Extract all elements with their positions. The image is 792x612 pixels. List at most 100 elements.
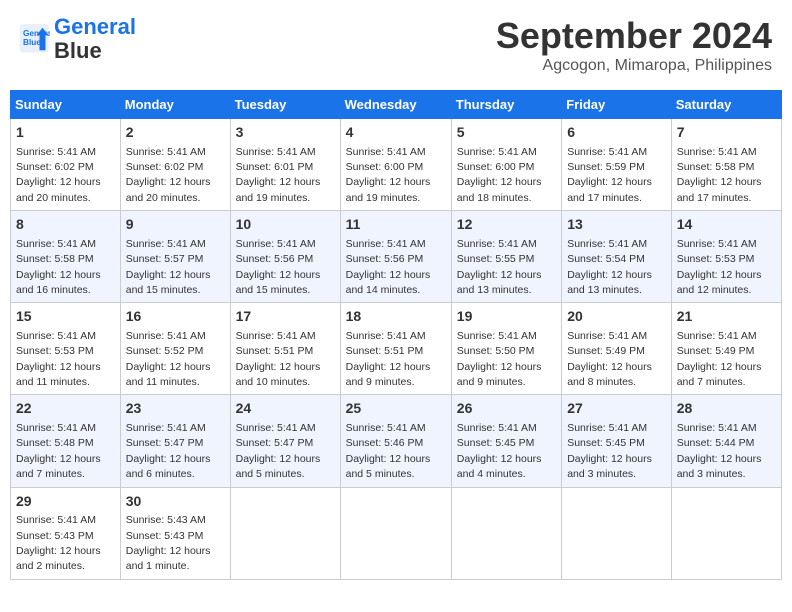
day-number: 26 — [457, 399, 556, 419]
day-number: 17 — [236, 307, 335, 327]
day-info: Sunrise: 5:41 AMSunset: 5:59 PMDaylight:… — [567, 146, 652, 204]
col-friday: Friday — [562, 91, 672, 119]
day-info: Sunrise: 5:41 AMSunset: 5:53 PMDaylight:… — [16, 330, 101, 388]
table-row: 4 Sunrise: 5:41 AMSunset: 6:00 PMDaylight… — [340, 119, 451, 211]
table-row: 26 Sunrise: 5:41 AMSunset: 5:45 PMDayligh… — [451, 395, 561, 487]
table-row: 17 Sunrise: 5:41 AMSunset: 5:51 PMDayligh… — [230, 303, 340, 395]
col-sunday: Sunday — [11, 91, 121, 119]
col-saturday: Saturday — [671, 91, 781, 119]
table-row: 18 Sunrise: 5:41 AMSunset: 5:51 PMDayligh… — [340, 303, 451, 395]
day-number: 14 — [677, 215, 776, 235]
day-info: Sunrise: 5:41 AMSunset: 5:49 PMDaylight:… — [567, 330, 652, 388]
day-number: 10 — [236, 215, 335, 235]
day-number: 11 — [346, 215, 446, 235]
day-number: 4 — [346, 123, 446, 143]
day-info: Sunrise: 5:41 AMSunset: 5:58 PMDaylight:… — [677, 146, 762, 204]
calendar-week-row: 22 Sunrise: 5:41 AMSunset: 5:48 PMDayligh… — [11, 395, 782, 487]
table-row: 27 Sunrise: 5:41 AMSunset: 5:45 PMDayligh… — [562, 395, 672, 487]
table-row: 12 Sunrise: 5:41 AMSunset: 5:55 PMDayligh… — [451, 211, 561, 303]
day-info: Sunrise: 5:41 AMSunset: 5:51 PMDaylight:… — [236, 330, 321, 388]
day-info: Sunrise: 5:41 AMSunset: 5:44 PMDaylight:… — [677, 422, 762, 480]
table-row — [562, 487, 672, 579]
table-row: 13 Sunrise: 5:41 AMSunset: 5:54 PMDayligh… — [562, 211, 672, 303]
calendar-header-row: Sunday Monday Tuesday Wednesday Thursday… — [11, 91, 782, 119]
day-number: 6 — [567, 123, 666, 143]
day-info: Sunrise: 5:41 AMSunset: 5:46 PMDaylight:… — [346, 422, 431, 480]
table-row: 8Sunrise: 5:41 AMSunset: 5:58 PMDaylight… — [11, 211, 121, 303]
day-info: Sunrise: 5:41 AMSunset: 5:48 PMDaylight:… — [16, 422, 101, 480]
page-header: General Blue GeneralBlue September 2024 … — [10, 10, 782, 80]
day-number: 12 — [457, 215, 556, 235]
day-number: 16 — [126, 307, 225, 327]
calendar-week-row: 29Sunrise: 5:41 AMSunset: 5:43 PMDayligh… — [11, 487, 782, 579]
table-row: 5 Sunrise: 5:41 AMSunset: 6:00 PMDaylight… — [451, 119, 561, 211]
day-info: Sunrise: 5:41 AMSunset: 5:52 PMDaylight:… — [126, 330, 211, 388]
table-row: 11 Sunrise: 5:41 AMSunset: 5:56 PMDayligh… — [340, 211, 451, 303]
day-info: Sunrise: 5:41 AMSunset: 5:51 PMDaylight:… — [346, 330, 431, 388]
day-number: 1 — [16, 123, 115, 143]
location-title: Agcogon, Mimaropa, Philippines — [496, 57, 772, 75]
day-number: 27 — [567, 399, 666, 419]
logo: General Blue GeneralBlue — [20, 15, 136, 63]
table-row: 24 Sunrise: 5:41 AMSunset: 5:47 PMDayligh… — [230, 395, 340, 487]
day-info: Sunrise: 5:43 AMSunset: 5:43 PMDaylight:… — [126, 514, 211, 572]
table-row: 2 Sunrise: 5:41 AMSunset: 6:02 PMDaylight… — [120, 119, 230, 211]
day-info: Sunrise: 5:41 AMSunset: 5:58 PMDaylight:… — [16, 238, 101, 296]
day-info: Sunrise: 5:41 AMSunset: 5:47 PMDaylight:… — [236, 422, 321, 480]
table-row: 9 Sunrise: 5:41 AMSunset: 5:57 PMDaylight… — [120, 211, 230, 303]
table-row: 10 Sunrise: 5:41 AMSunset: 5:56 PMDayligh… — [230, 211, 340, 303]
logo-icon: General Blue — [20, 24, 50, 54]
svg-text:Blue: Blue — [23, 38, 41, 47]
day-info: Sunrise: 5:41 AMSunset: 5:56 PMDaylight:… — [346, 238, 431, 296]
table-row: 3 Sunrise: 5:41 AMSunset: 6:01 PMDaylight… — [230, 119, 340, 211]
calendar-week-row: 1 Sunrise: 5:41 AMSunset: 6:02 PMDaylight… — [11, 119, 782, 211]
day-info: Sunrise: 5:41 AMSunset: 6:01 PMDaylight:… — [236, 146, 321, 204]
col-thursday: Thursday — [451, 91, 561, 119]
day-info: Sunrise: 5:41 AMSunset: 5:45 PMDaylight:… — [457, 422, 542, 480]
month-title: September 2024 — [496, 15, 772, 57]
table-row: 16 Sunrise: 5:41 AMSunset: 5:52 PMDayligh… — [120, 303, 230, 395]
day-info: Sunrise: 5:41 AMSunset: 5:55 PMDaylight:… — [457, 238, 542, 296]
day-info: Sunrise: 5:41 AMSunset: 5:47 PMDaylight:… — [126, 422, 211, 480]
day-number: 5 — [457, 123, 556, 143]
day-number: 3 — [236, 123, 335, 143]
title-block: September 2024 Agcogon, Mimaropa, Philip… — [496, 15, 772, 75]
table-row: 20 Sunrise: 5:41 AMSunset: 5:49 PMDayligh… — [562, 303, 672, 395]
day-number: 28 — [677, 399, 776, 419]
day-info: Sunrise: 5:41 AMSunset: 6:00 PMDaylight:… — [346, 146, 431, 204]
day-info: Sunrise: 5:41 AMSunset: 5:54 PMDaylight:… — [567, 238, 652, 296]
table-row: 15 Sunrise: 5:41 AMSunset: 5:53 PMDayligh… — [11, 303, 121, 395]
logo-text: GeneralBlue — [54, 15, 136, 63]
day-number: 9 — [126, 215, 225, 235]
day-number: 22 — [16, 399, 115, 419]
day-number: 18 — [346, 307, 446, 327]
day-number: 24 — [236, 399, 335, 419]
day-number: 7 — [677, 123, 776, 143]
table-row: 14 Sunrise: 5:41 AMSunset: 5:53 PMDayligh… — [671, 211, 781, 303]
table-row: 30Sunrise: 5:43 AMSunset: 5:43 PMDayligh… — [120, 487, 230, 579]
table-row — [340, 487, 451, 579]
table-row: 21Sunrise: 5:41 AMSunset: 5:49 PMDayligh… — [671, 303, 781, 395]
day-number: 13 — [567, 215, 666, 235]
day-info: Sunrise: 5:41 AMSunset: 5:56 PMDaylight:… — [236, 238, 321, 296]
day-info: Sunrise: 5:41 AMSunset: 5:53 PMDaylight:… — [677, 238, 762, 296]
day-info: Sunrise: 5:41 AMSunset: 6:02 PMDaylight:… — [126, 146, 211, 204]
day-number: 15 — [16, 307, 115, 327]
table-row: 1Sunrise: 5:41 AMSunset: 6:02 PMDaylight… — [11, 119, 121, 211]
table-row: 6 Sunrise: 5:41 AMSunset: 5:59 PMDaylight… — [562, 119, 672, 211]
day-number: 2 — [126, 123, 225, 143]
table-row — [230, 487, 340, 579]
day-number: 30 — [126, 492, 225, 512]
day-info: Sunrise: 5:41 AMSunset: 5:57 PMDaylight:… — [126, 238, 211, 296]
day-info: Sunrise: 5:41 AMSunset: 6:00 PMDaylight:… — [457, 146, 542, 204]
calendar-week-row: 8Sunrise: 5:41 AMSunset: 5:58 PMDaylight… — [11, 211, 782, 303]
day-info: Sunrise: 5:41 AMSunset: 5:49 PMDaylight:… — [677, 330, 762, 388]
day-number: 20 — [567, 307, 666, 327]
day-info: Sunrise: 5:41 AMSunset: 5:45 PMDaylight:… — [567, 422, 652, 480]
table-row: 29Sunrise: 5:41 AMSunset: 5:43 PMDayligh… — [11, 487, 121, 579]
calendar-week-row: 15 Sunrise: 5:41 AMSunset: 5:53 PMDayligh… — [11, 303, 782, 395]
table-row: 23Sunrise: 5:41 AMSunset: 5:47 PMDayligh… — [120, 395, 230, 487]
col-monday: Monday — [120, 91, 230, 119]
table-row: 28 Sunrise: 5:41 AMSunset: 5:44 PMDayligh… — [671, 395, 781, 487]
table-row: 7 Sunrise: 5:41 AMSunset: 5:58 PMDaylight… — [671, 119, 781, 211]
